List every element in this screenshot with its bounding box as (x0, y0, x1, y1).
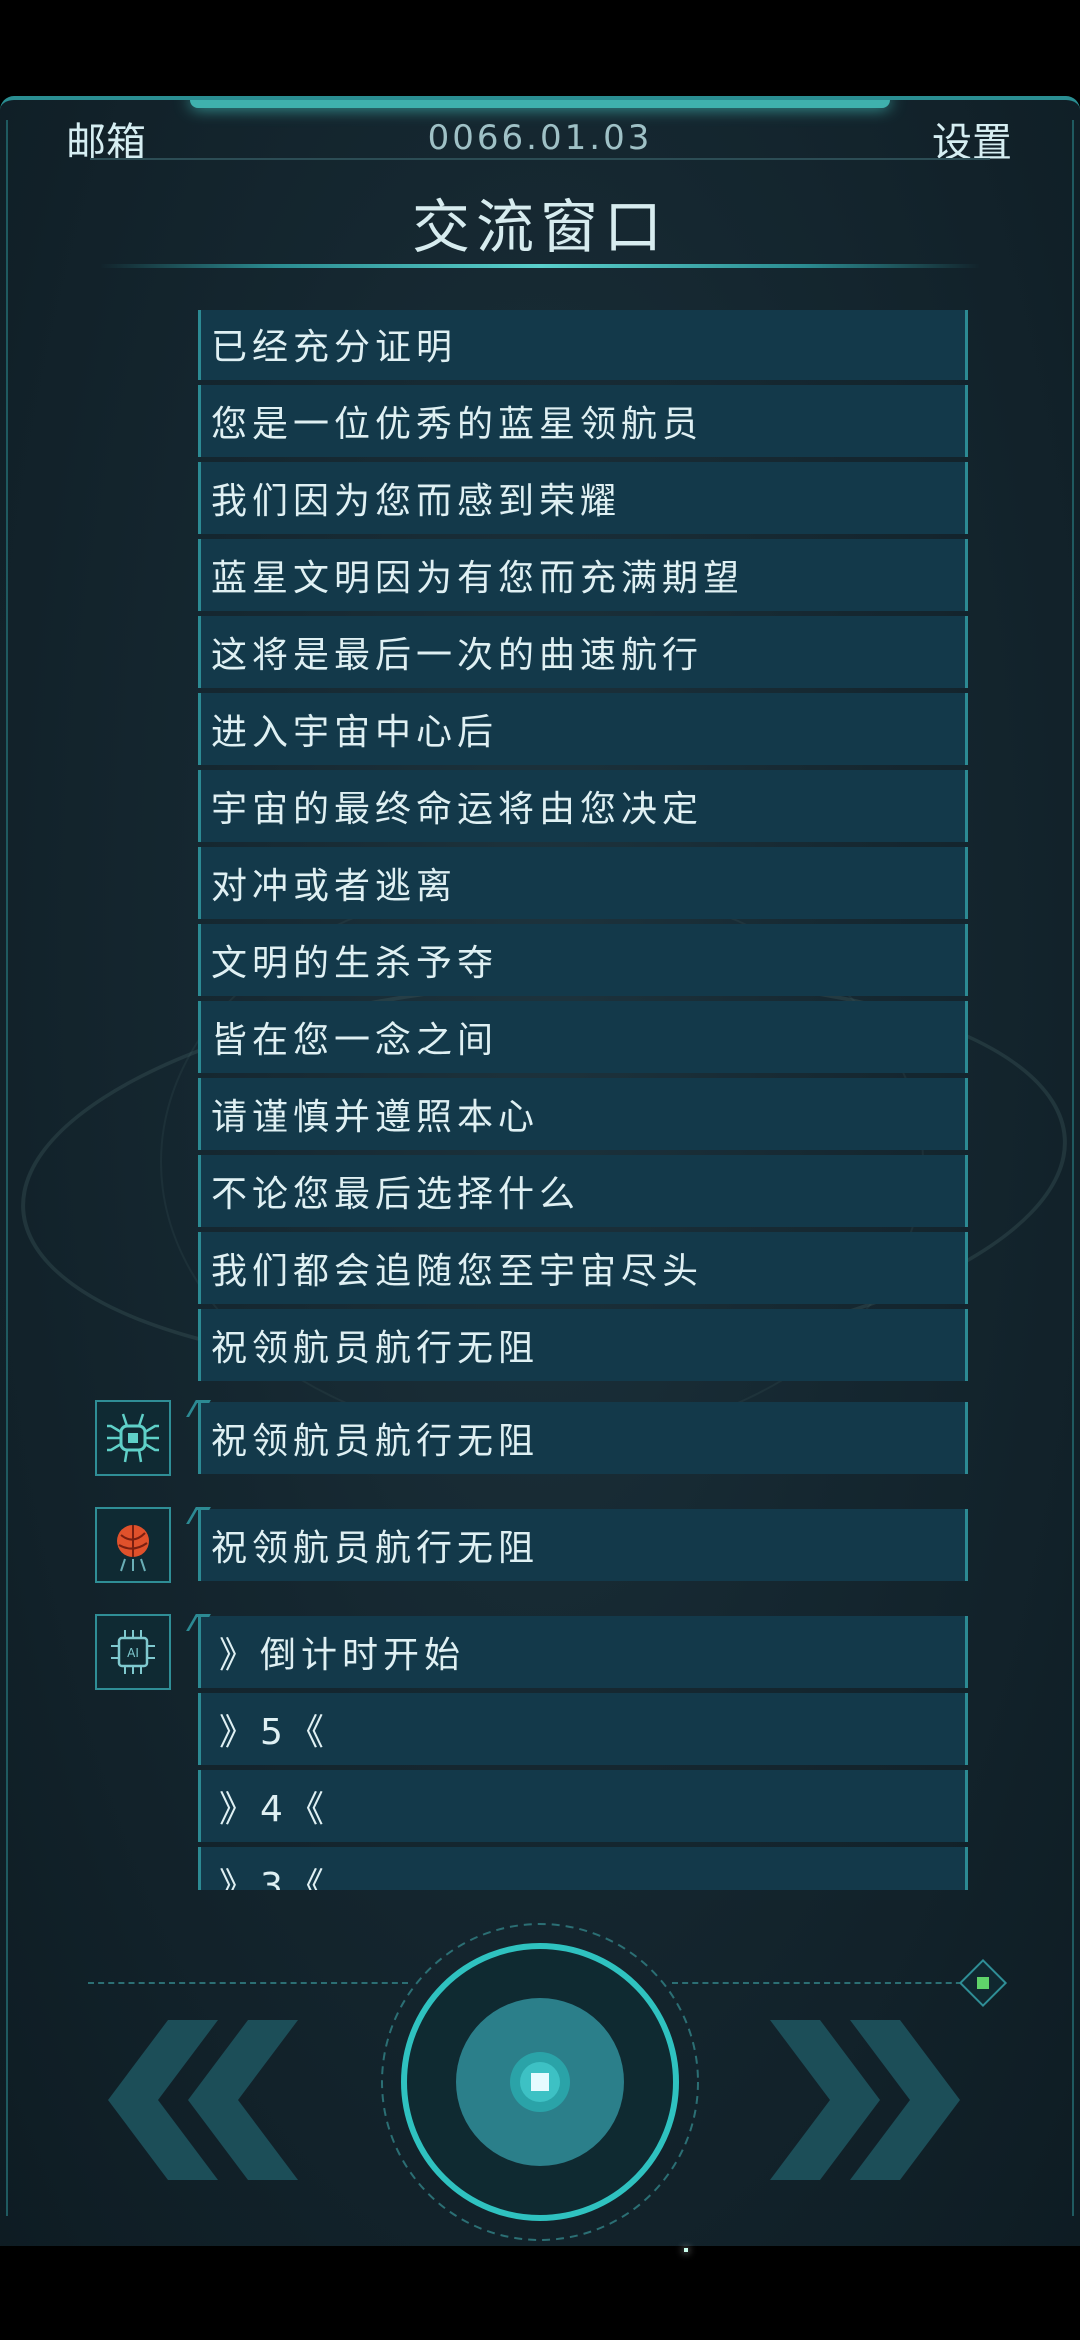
page-title: 交流窗口 (411, 193, 668, 261)
message-bubble: 您是一位优秀的蓝星领航员 (198, 385, 968, 457)
message-bubble: 对冲或者逃离 (198, 847, 968, 919)
double-chevron-left-icon[interactable] (98, 2020, 318, 2180)
circuit-bug-icon (95, 1400, 171, 1476)
message-bubble: 这将是最后一次的曲速航行 (198, 616, 968, 688)
stop-icon (531, 2073, 549, 2091)
ai-chip-icon: AI (95, 1614, 171, 1690)
countdown-bubble: 》3《 (198, 1847, 968, 1890)
message-bubble: 已经充分证明 (198, 310, 968, 380)
control-dash-right (672, 1982, 972, 1984)
reply-bubble: 祝领航员航行无阻 (198, 1402, 968, 1474)
double-chevron-right-icon[interactable] (760, 2020, 980, 2180)
header-divider (90, 158, 990, 160)
top-accent-bar (190, 100, 890, 108)
message-bubble: 祝领航员航行无阻 (198, 1309, 968, 1381)
message-bubble: 不论您最后选择什么 (198, 1155, 968, 1227)
message-bubble: 皆在您一念之间 (198, 1001, 968, 1073)
message-bubble: 我们都会追随您至宇宙尽头 (198, 1232, 968, 1304)
countdown-bubble: 》5《 (198, 1693, 968, 1765)
title-underline (100, 264, 980, 268)
message-bubble: 我们因为您而感到荣耀 (198, 462, 968, 534)
message-list[interactable]: 已经充分证明 您是一位优秀的蓝星领航员 我们因为您而感到荣耀 蓝星文明因为有您而… (0, 310, 1080, 1890)
svg-text:AI: AI (127, 1646, 139, 1660)
message-bubble: 蓝星文明因为有您而充满期望 (198, 539, 968, 611)
message-bubble: 文明的生杀予夺 (198, 924, 968, 996)
orange-planet-icon (95, 1507, 171, 1583)
message-bubble: 宇宙的最终命运将由您决定 (198, 770, 968, 842)
control-dash-left (88, 1982, 408, 1984)
sparkle-decoration (684, 2248, 688, 2252)
countdown-bubble: 》4《 (198, 1770, 968, 1842)
countdown-bubble: 》倒计时开始 (198, 1616, 968, 1688)
message-bubble: 请谨慎并遵照本心 (198, 1078, 968, 1150)
date-display: 0066.01.03 (427, 118, 653, 158)
message-bubble: 进入宇宙中心后 (198, 693, 968, 765)
reply-bubble: 祝领航员航行无阻 (198, 1509, 968, 1581)
stop-button[interactable] (378, 1920, 702, 2244)
